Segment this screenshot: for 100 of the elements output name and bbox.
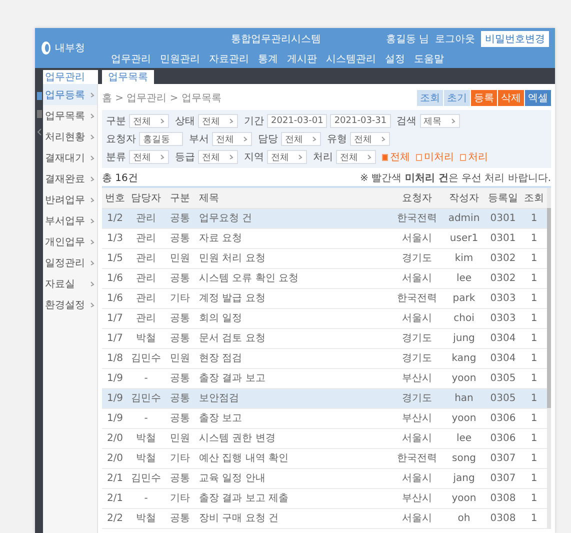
filter-label: 상태 [175,115,195,128]
table-cell: 2/2 [102,508,128,528]
table-cell: 시스템 권한 변경 [196,428,391,448]
column-header[interactable]: 작성자 [443,188,485,208]
table-cell: 예산 집행 내역 확인 [196,448,391,468]
table-cell: admin [443,208,485,228]
sidebar-item[interactable]: 처리현황 [43,126,97,147]
sidebar-title[interactable]: 업무관리 [43,70,98,84]
select-field[interactable]: 제목 [420,114,460,128]
nav-item[interactable]: 민원관리 [160,52,200,66]
sidebar-item[interactable]: 결재완료 [43,168,97,189]
chevron-icon [312,136,317,142]
table-cell: 1/9 [102,408,128,428]
table-cell: 출장 결과 보고 제출 [196,488,391,508]
table-cell: 부산시 [391,368,443,388]
column-header[interactable]: 조회 [521,188,547,208]
select-field[interactable]: 전체 [129,114,169,128]
table-cell: 서울시 [391,428,443,448]
date-field[interactable]: 2021-03-01 [267,114,328,128]
table-cell: 부산시 [391,488,443,508]
sidebar-item[interactable]: 업무등록 [43,84,97,105]
column-header[interactable]: 구분 [164,188,196,208]
toolbar-button[interactable]: 등록 [471,90,497,106]
table-cell: 1/9 [102,388,128,408]
nav-item[interactable]: 설정 [385,52,405,66]
table-cell: 공통 [164,368,196,388]
filter-label: 분류 [106,151,126,164]
table-cell: 0302 [485,268,521,288]
table-cell: 공통 [164,228,196,248]
table-cell: 업무요청 건 [196,208,391,228]
table-cell: jang [443,468,485,488]
select-field[interactable]: 전체 [281,132,321,146]
table-cell: 장비 구매 요청 건 [196,508,391,528]
select-field[interactable]: 전체 [267,150,307,164]
sidebar-item[interactable]: 일정관리 [43,252,97,273]
table-cell: 1/6 [102,268,128,288]
table-cell: 기타 [164,488,196,508]
user-name: 홍길동 님 [386,33,429,46]
table-cell: choi [443,308,485,328]
nav-item[interactable]: 업무관리 [111,52,151,66]
column-header[interactable]: 담당자 [128,188,164,208]
chevron-icon [367,154,372,160]
table-cell: 부산시 [391,408,443,428]
notice-text: ※ 빨간색 미처리 건은 우선 처리 바랍니다. [360,172,551,185]
sidebar-item[interactable]: 개인업무 [43,231,97,252]
sidebar-item[interactable]: 반려업무 [43,189,97,210]
select-field[interactable]: 전체 [350,132,390,146]
column-header[interactable]: 등록일 [485,188,521,208]
table-cell: yoon [443,368,485,388]
select-field[interactable]: 전체 [336,150,376,164]
table-cell: 1/9 [102,368,128,388]
chevron-icon [90,134,95,140]
nav-item[interactable]: 시스템관리 [326,52,376,66]
filter-label: 구분 [106,115,126,128]
nav-item[interactable]: 도움말 [414,52,444,66]
toolbar-button[interactable]: 삭제 [498,90,524,106]
select-field[interactable]: 전체 [198,150,238,164]
table-cell: 김민수 [128,348,164,368]
page-tab[interactable]: 업무목록 [102,70,154,84]
table-cell: kim [443,248,485,268]
logout-link[interactable]: 로그아웃 [435,32,475,46]
sidebar-item[interactable]: 결재대기 [43,147,97,168]
chevron-icon [90,260,95,266]
date-field[interactable]: 2021-03-31 [330,114,391,128]
password-button[interactable]: 비밀번호변경 [481,31,549,47]
toolbar-button[interactable]: 엑셀 [525,90,551,106]
table-cell: 현장 점검 [196,348,391,368]
sidebar-item[interactable]: 업무목록 [43,105,97,126]
table-cell: 1/5 [102,248,128,268]
filter-label: 처리 [313,151,333,164]
column-header[interactable]: 요청자 [391,188,443,208]
toolbar-button[interactable]: 조회 [417,90,443,106]
table-cell: 공통 [164,268,196,288]
toolbar-button[interactable]: 초기 [444,90,470,106]
table-cell: 2/1 [102,468,128,488]
table-cell: 시스템 오류 확인 요청 [196,268,391,288]
column-header[interactable]: 제목 [196,188,391,208]
chevron-icon [90,112,95,118]
filter-label: 등급 [175,151,195,164]
column-header[interactable]: 번호 [102,188,128,208]
select-field[interactable]: 전체 [212,132,252,146]
select-field[interactable]: 전체 [129,150,169,164]
sidebar-item[interactable]: 부서업무 [43,210,97,231]
filter-label: 담당 [258,133,278,146]
nav-item[interactable]: 게시판 [287,52,317,66]
sidebar-item[interactable]: 환경설정 [43,294,97,315]
table-cell: 교육 일정 안내 [196,468,391,488]
chevron-icon [160,118,165,124]
nav-item[interactable]: 통계 [258,52,278,66]
select-field[interactable]: 전체 [198,114,238,128]
table-cell: 박철 [128,328,164,348]
nav-item[interactable]: 자료관리 [209,52,249,66]
scrollbar[interactable] [547,188,551,528]
sidebar-item[interactable]: 자료실 [43,273,97,294]
table-cell: 0306 [485,428,521,448]
table-cell: 공통 [164,508,196,528]
table-cell: 김민수 [128,468,164,488]
chevron-icon [90,280,95,286]
table-cell: 공통 [164,388,196,408]
input-field[interactable]: 홍길동 [139,132,183,146]
